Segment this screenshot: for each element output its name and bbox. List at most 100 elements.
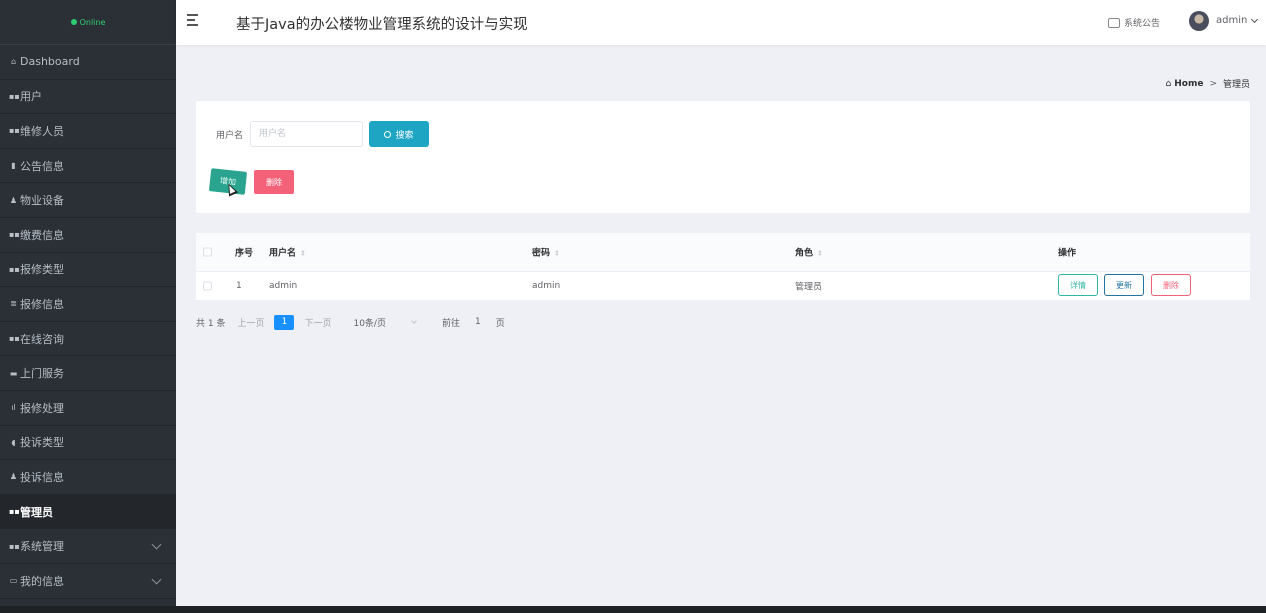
update-button[interactable]: 更新 xyxy=(1104,274,1144,296)
chevron-down-icon xyxy=(151,539,162,550)
sidebar-item-repair-types[interactable]: ▪▪ 报修类型 xyxy=(0,253,176,288)
online-dot-icon xyxy=(70,19,77,25)
bulk-delete-button[interactable]: 删除 xyxy=(254,170,294,194)
sidebar-item-maintenance-staff[interactable]: ▪▪ 维修人员 xyxy=(0,114,176,149)
sidebar-item-label: Dashboard xyxy=(20,55,80,69)
user-menu[interactable]: admin xyxy=(1216,15,1247,26)
notice-icon xyxy=(1108,17,1120,28)
sidebar-item-label: 系统管理 xyxy=(20,540,64,554)
goto-prefix: 前往 xyxy=(441,318,460,329)
sidebar-item-label: 用户 xyxy=(20,90,42,104)
sidebar-item-home-service[interactable]: ▬ 上门服务 xyxy=(0,356,176,391)
column-header-actions: 操作 xyxy=(1058,248,1077,259)
goto-suffix: 页 xyxy=(495,318,505,329)
breadcrumb-separator: > xyxy=(1209,78,1217,89)
admin-table: 序号 用户名 ⇕ 密码 ⇕ 角色 ⇕ 操作 1 admin admin 管理员 详情 … xyxy=(196,233,1250,300)
username-label: 用户名 xyxy=(216,131,244,141)
online-status: Online xyxy=(0,0,176,45)
list-icon: ≣ xyxy=(10,299,17,309)
sidebar-item-repair-processing[interactable]: ıl 报修处理 xyxy=(0,391,176,426)
sidebar-item-consulting[interactable]: ▪▪ 在线咨询 xyxy=(0,322,176,357)
sidebar-item-label: 报修信息 xyxy=(20,297,64,311)
sidebar-item-users[interactable]: ▪▪ 用户 xyxy=(0,80,176,115)
row-delete-button[interactable]: 删除 xyxy=(1151,274,1191,296)
sidebar-item-equipment[interactable]: ♟ 物业设备 xyxy=(0,183,176,218)
search-panel: 用户名 搜索 增加 删除 xyxy=(196,101,1250,213)
pagination-total: 共 1 条 xyxy=(196,318,226,329)
thumb-icon: ◖ xyxy=(11,437,16,447)
grid-icon: ▪▪ xyxy=(9,230,20,240)
menu-toggle-icon[interactable] xyxy=(187,14,201,28)
sort-icon: ⇕ xyxy=(300,249,306,258)
avatar[interactable] xyxy=(1189,11,1209,31)
sidebar-item-dashboard[interactable]: ⌂ Dashboard xyxy=(0,45,176,80)
search-icon xyxy=(384,130,392,138)
sidebar-item-system-management[interactable]: ▪▪ 系统管理 xyxy=(0,529,176,564)
person-icon: ♟ xyxy=(9,195,18,205)
sidebar-item-label: 管理员 xyxy=(20,505,53,519)
sidebar-item-label: 报修类型 xyxy=(20,263,64,277)
sidebar-item-label: 缴费信息 xyxy=(20,228,64,242)
row-checkbox[interactable] xyxy=(203,281,212,291)
taskbar-strip xyxy=(0,606,1266,613)
prev-page-button[interactable]: 上一页 xyxy=(237,316,264,329)
column-header-username[interactable]: 用户名 ⇕ xyxy=(269,246,306,259)
cell-password: admin xyxy=(532,281,561,291)
sort-icon: ⇕ xyxy=(554,249,560,258)
top-header: 基于Java的办公楼物业管理系统的设计与实现 系统公告 admin xyxy=(176,0,1266,45)
sort-icon: ⇕ xyxy=(817,249,823,258)
system-notice-label: 系统公告 xyxy=(1124,19,1161,29)
sidebar-item-label: 上门服务 xyxy=(20,367,64,381)
select-all-checkbox[interactable] xyxy=(203,247,212,257)
chevron-down-icon[interactable] xyxy=(1250,15,1259,24)
sidebar-item-complaints[interactable]: ♟ 投诉信息 xyxy=(0,460,176,495)
person-icon: ♟ xyxy=(9,472,18,482)
sidebar-item-label: 投诉类型 xyxy=(20,436,64,450)
chevron-down-icon[interactable] xyxy=(411,317,417,324)
page-size-select[interactable]: 10条/页 xyxy=(353,316,386,329)
breadcrumb: ⌂ Home > 管理员 xyxy=(1165,77,1250,91)
column-header-password[interactable]: 密码 ⇕ xyxy=(532,246,560,259)
sidebar-item-my-info[interactable]: ▭ 我的信息 xyxy=(0,564,176,599)
sidebar-item-admins[interactable]: ▪▪ 管理员 xyxy=(0,494,176,530)
cell-index: 1 xyxy=(236,281,242,291)
detail-button[interactable]: 详情 xyxy=(1058,274,1098,296)
sidebar-item-payments[interactable]: ▪▪ 缴费信息 xyxy=(0,218,176,253)
sidebar-item-label: 我的信息 xyxy=(20,574,64,588)
page-1-button[interactable]: 1 xyxy=(274,314,295,330)
breadcrumb-home[interactable]: Home xyxy=(1174,79,1203,89)
username-search-input[interactable] xyxy=(250,121,363,147)
sidebar-item-announcements[interactable]: ▮ 公告信息 xyxy=(0,149,176,184)
sidebar-item-repair-info[interactable]: ≣ 报修信息 xyxy=(0,287,176,322)
bar-chart-icon: ıl xyxy=(11,403,16,413)
doc-icon: ▮ xyxy=(11,161,16,171)
grid-icon: ▪▪ xyxy=(9,126,20,136)
sidebar-item-complaint-types[interactable]: ◖ 投诉类型 xyxy=(0,426,176,461)
grid-icon: ▪▪ xyxy=(9,334,20,344)
goto-page-input[interactable]: 1 xyxy=(475,317,481,327)
online-status-label: Online xyxy=(79,17,106,27)
cell-username: admin xyxy=(269,281,298,291)
column-header-index: 序号 xyxy=(235,248,254,259)
home-icon: ⌂ xyxy=(10,57,17,67)
sidebar-item-label: 公告信息 xyxy=(20,159,64,173)
grid-icon: ▪▪ xyxy=(9,541,20,551)
next-page-button[interactable]: 下一页 xyxy=(304,316,331,329)
grid-icon: ▪▪ xyxy=(9,507,20,517)
sidebar-item-label: 物业设备 xyxy=(20,194,64,208)
chevron-down-icon xyxy=(151,574,162,585)
table-row: 1 admin admin 管理员 详情 更新 删除 xyxy=(196,272,1250,300)
sidebar-item-label: 投诉信息 xyxy=(20,470,64,484)
home-icon: ⌂ xyxy=(1165,78,1172,89)
system-notice-link[interactable]: 系统公告 xyxy=(1108,16,1160,29)
cell-role: 管理员 xyxy=(795,282,823,293)
sidebar-item-label: 维修人员 xyxy=(20,124,64,138)
case-icon: ▬ xyxy=(9,368,18,378)
sidebar-item-label: 在线咨询 xyxy=(20,332,64,346)
table-header: 序号 用户名 ⇕ 密码 ⇕ 角色 ⇕ 操作 xyxy=(196,233,1250,272)
breadcrumb-current: 管理员 xyxy=(1222,80,1250,90)
sidebar-item-label: 报修处理 xyxy=(20,401,64,415)
card-icon: ▭ xyxy=(9,576,18,586)
column-header-role[interactable]: 角色 ⇕ xyxy=(795,246,823,259)
search-button[interactable]: 搜索 xyxy=(369,121,429,147)
